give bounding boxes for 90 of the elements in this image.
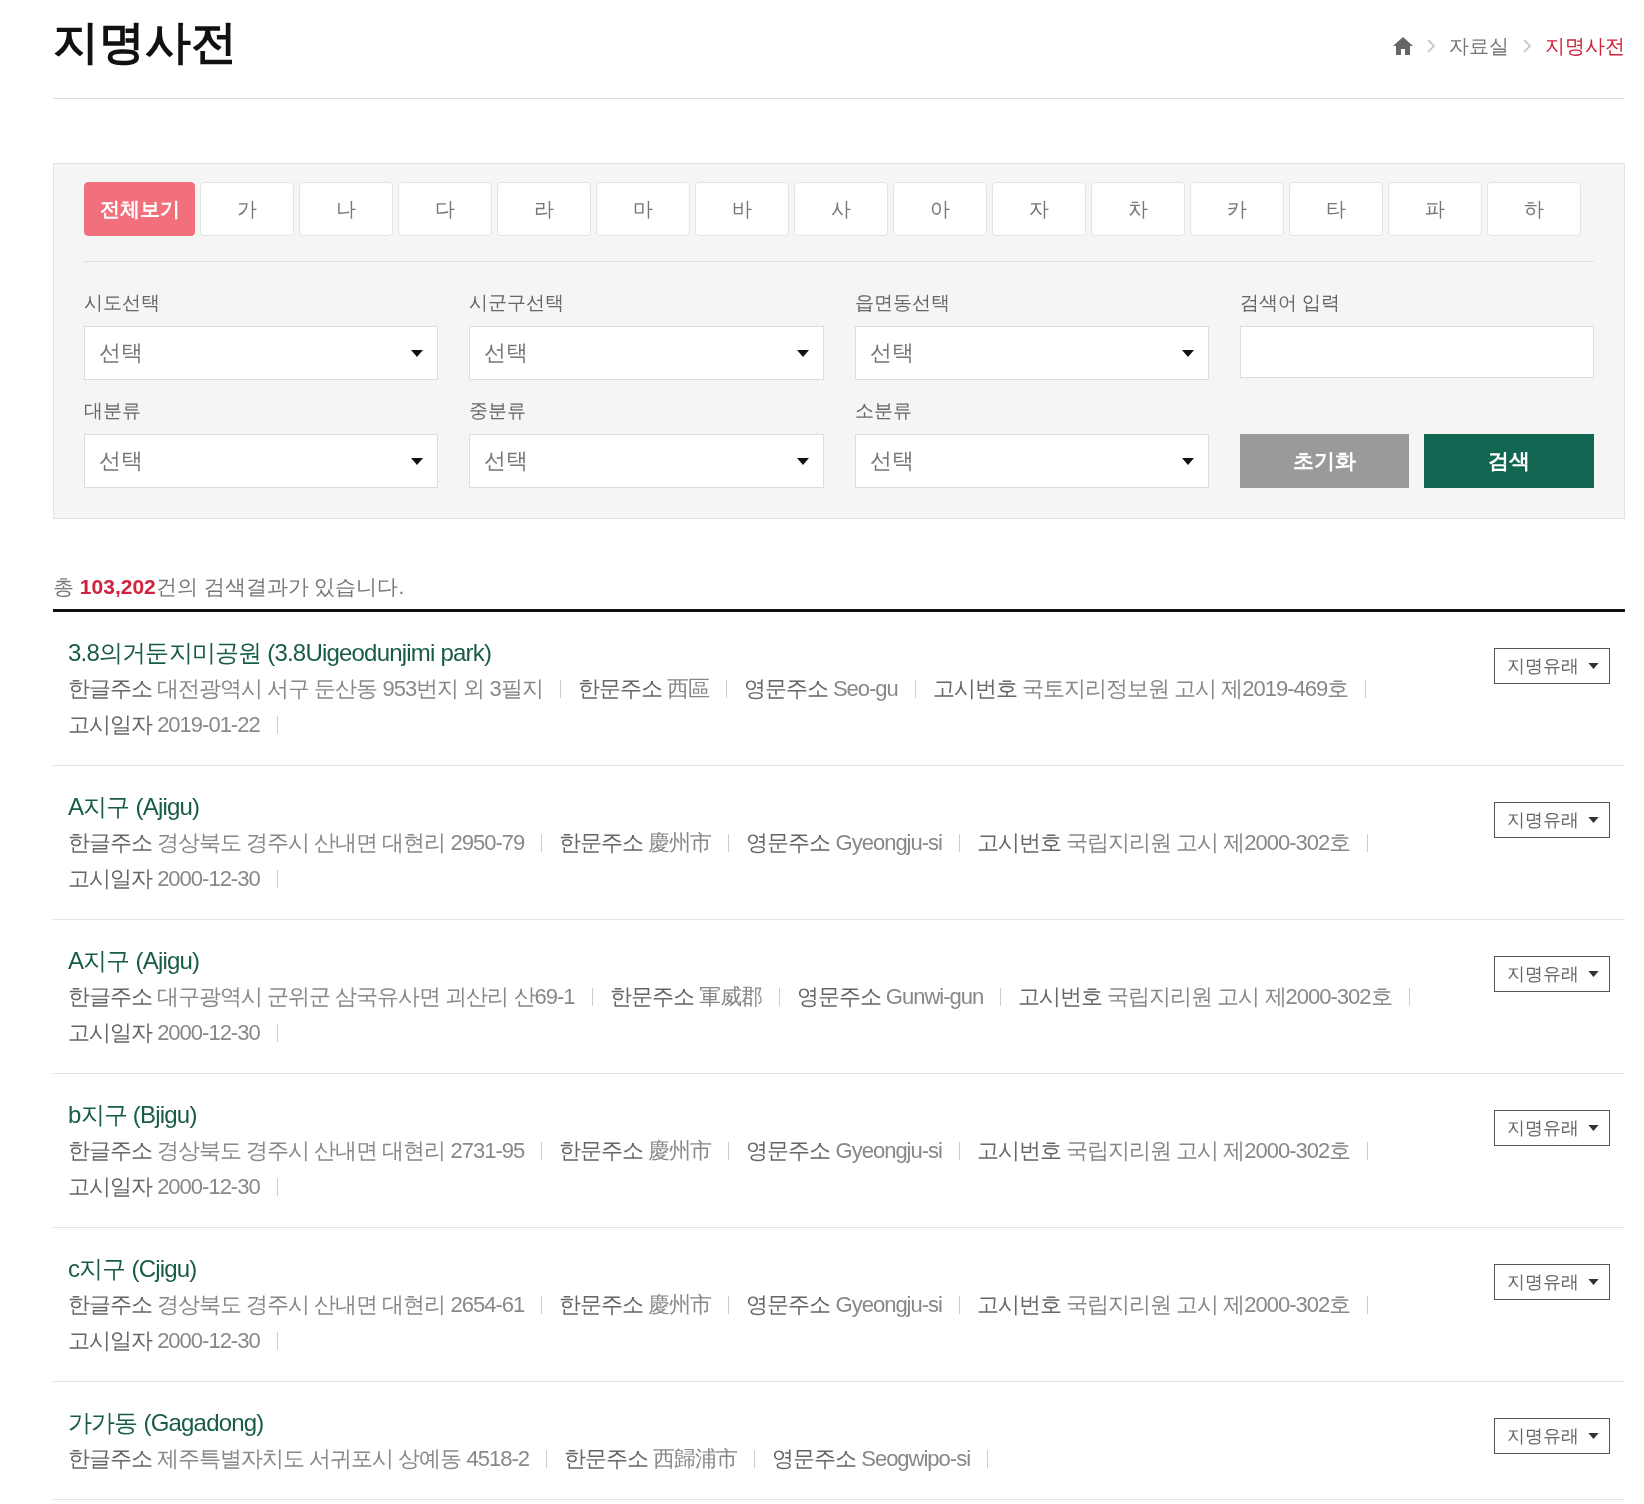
caret-icon (1588, 1279, 1599, 1285)
index-tab[interactable]: 사 (794, 182, 888, 236)
filter-label: 검색어 입력 (1239, 291, 1341, 315)
chevron-icon (1427, 39, 1435, 53)
field-text: 영문주소 Gyeongju-si (746, 1291, 942, 1319)
reset-button[interactable]: 초기화 (1239, 434, 1410, 488)
origin-dropdown-button[interactable]: 지명유래 (1494, 802, 1610, 838)
home-icon[interactable] (1393, 37, 1413, 55)
index-tab[interactable]: 나 (299, 182, 393, 236)
origin-dropdown-button[interactable]: 지명유래 (1494, 1418, 1610, 1454)
index-tab[interactable]: 차 (1091, 182, 1185, 236)
field-text: 한글주소 제주특별자치도 서귀포시 상예동 4518-2 (68, 1445, 529, 1473)
field-text: 영문주소 Seo-gu (743, 675, 898, 703)
caret-icon (1588, 663, 1599, 669)
search-input[interactable] (1239, 326, 1594, 378)
field-text: 영문주소 Gyeongju-si (746, 829, 942, 857)
index-tab[interactable]: 라 (497, 182, 591, 236)
index-tab[interactable]: 파 (1388, 182, 1482, 236)
field-text: 한글주소 대구광역시 군위군 삼국유사면 괴산리 산69-1 (68, 983, 575, 1011)
filter-label: 소분류 (854, 399, 912, 423)
select-dropdown[interactable]: 선택 (469, 326, 824, 380)
origin-dropdown-button[interactable]: 지명유래 (1494, 648, 1610, 684)
field-text: 고시일자 2019-01-22 (68, 711, 260, 739)
field-text: 한문주소 慶州市 (559, 829, 712, 857)
index-tab[interactable]: 타 (1289, 182, 1383, 236)
field-text: 고시번호 국립지리원 고시 제2000-302호 (976, 1137, 1351, 1165)
index-tab[interactable]: 카 (1190, 182, 1284, 236)
select-dropdown[interactable]: 선택 (84, 326, 439, 380)
caret-icon (796, 457, 809, 465)
field-text: 한문주소 西區 (577, 675, 709, 703)
field-text: 고시번호 국립지리원 고시 제2000-302호 (976, 829, 1351, 857)
field-text: 한글주소 경상북도 경주시 산내면 대현리 2950-79 (68, 829, 525, 857)
caret-icon (1588, 971, 1599, 977)
place-name-link[interactable]: c지구 (Cjigu) (68, 1251, 197, 1287)
caret-icon (411, 457, 424, 465)
origin-dropdown-button[interactable]: 지명유래 (1494, 1110, 1610, 1146)
search-button[interactable]: 검색 (1424, 434, 1594, 488)
field-text: 한문주소 西歸浦市 (563, 1445, 738, 1473)
place-name-link[interactable]: A지구 (Ajigu) (68, 943, 200, 979)
field-text: 고시일자 2000-12-30 (68, 865, 260, 893)
page-title: 지명사전 (53, 15, 237, 70)
index-tab[interactable]: 자 (992, 182, 1086, 236)
index-tab[interactable]: 마 (596, 182, 690, 236)
field-text: 고시번호 국립지리원 고시 제2000-302호 (1018, 983, 1392, 1011)
caret-icon (1588, 1125, 1599, 1131)
index-tab[interactable]: 가 (200, 182, 294, 236)
place-name-link[interactable]: 가가동 (Gagadong) (68, 1405, 264, 1441)
select-dropdown[interactable]: 선택 (84, 434, 439, 488)
field-text: 한문주소 慶州市 (559, 1137, 712, 1165)
select-dropdown[interactable]: 선택 (469, 434, 824, 488)
field-text: 고시번호 국립지리원 고시 제2000-302호 (976, 1291, 1351, 1319)
field-text: 고시일자 2000-12-30 (68, 1327, 260, 1355)
caret-icon (1588, 817, 1599, 823)
field-text: 고시일자 2000-12-30 (68, 1019, 260, 1047)
field-text: 한글주소 경상북도 경주시 산내면 대현리 2654-61 (68, 1291, 525, 1319)
filter-label: 대분류 (84, 399, 141, 423)
caret-icon (1181, 457, 1194, 465)
caret-icon (1588, 1433, 1599, 1439)
field-text: 고시번호 국토지리정보원 고시 제2019-469호 (932, 675, 1349, 703)
breadcrumb-link[interactable]: 지명사전 (1545, 32, 1625, 60)
origin-dropdown-button[interactable]: 지명유래 (1494, 956, 1610, 992)
place-name-link[interactable]: 3.8의거둔지미공원 (3.8Uigeodunjimi park) (68, 635, 492, 671)
field-text: 한문주소 慶州市 (559, 1291, 712, 1319)
field-text: 영문주소 Seogwipo-si (772, 1445, 971, 1473)
filter-label: 읍면동선택 (854, 291, 950, 315)
index-tab[interactable]: 하 (1487, 182, 1581, 236)
chevron-icon (1523, 39, 1531, 53)
breadcrumb-link[interactable]: 자료실 (1449, 32, 1509, 60)
filter-label: 시도선택 (84, 291, 160, 315)
index-tab[interactable]: 다 (398, 182, 492, 236)
filter-label: 시군구선택 (469, 291, 565, 315)
index-tab[interactable]: 바 (695, 182, 789, 236)
origin-dropdown-button[interactable]: 지명유래 (1494, 1264, 1610, 1300)
field-text: 한문주소 軍威郡 (609, 983, 762, 1011)
caret-icon (411, 349, 424, 357)
result-summary: 총 103,202건의 검색결과가 있습니다. (53, 573, 1625, 612)
filter-label: 중분류 (469, 399, 527, 423)
index-tab[interactable]: 아 (893, 182, 987, 236)
caret-icon (796, 349, 809, 357)
field-text: 한글주소 경상북도 경주시 산내면 대현리 2731-95 (68, 1137, 525, 1165)
place-name-link[interactable]: b지구 (Bjigu) (68, 1097, 197, 1133)
place-name-link[interactable]: A지구 (Ajigu) (68, 789, 200, 825)
caret-icon (1181, 349, 1194, 357)
field-text: 영문주소 Gyeongju-si (746, 1137, 942, 1165)
field-text: 한글주소 대전광역시 서구 둔산동 953번지 외 3필지 (68, 675, 543, 703)
field-text: 고시일자 2000-12-30 (68, 1173, 260, 1201)
select-dropdown[interactable]: 선택 (854, 326, 1209, 380)
select-dropdown[interactable]: 선택 (854, 434, 1209, 488)
index-tab[interactable]: 전체보기 (84, 182, 195, 236)
field-text: 영문주소 Gunwi-gun (796, 983, 984, 1011)
